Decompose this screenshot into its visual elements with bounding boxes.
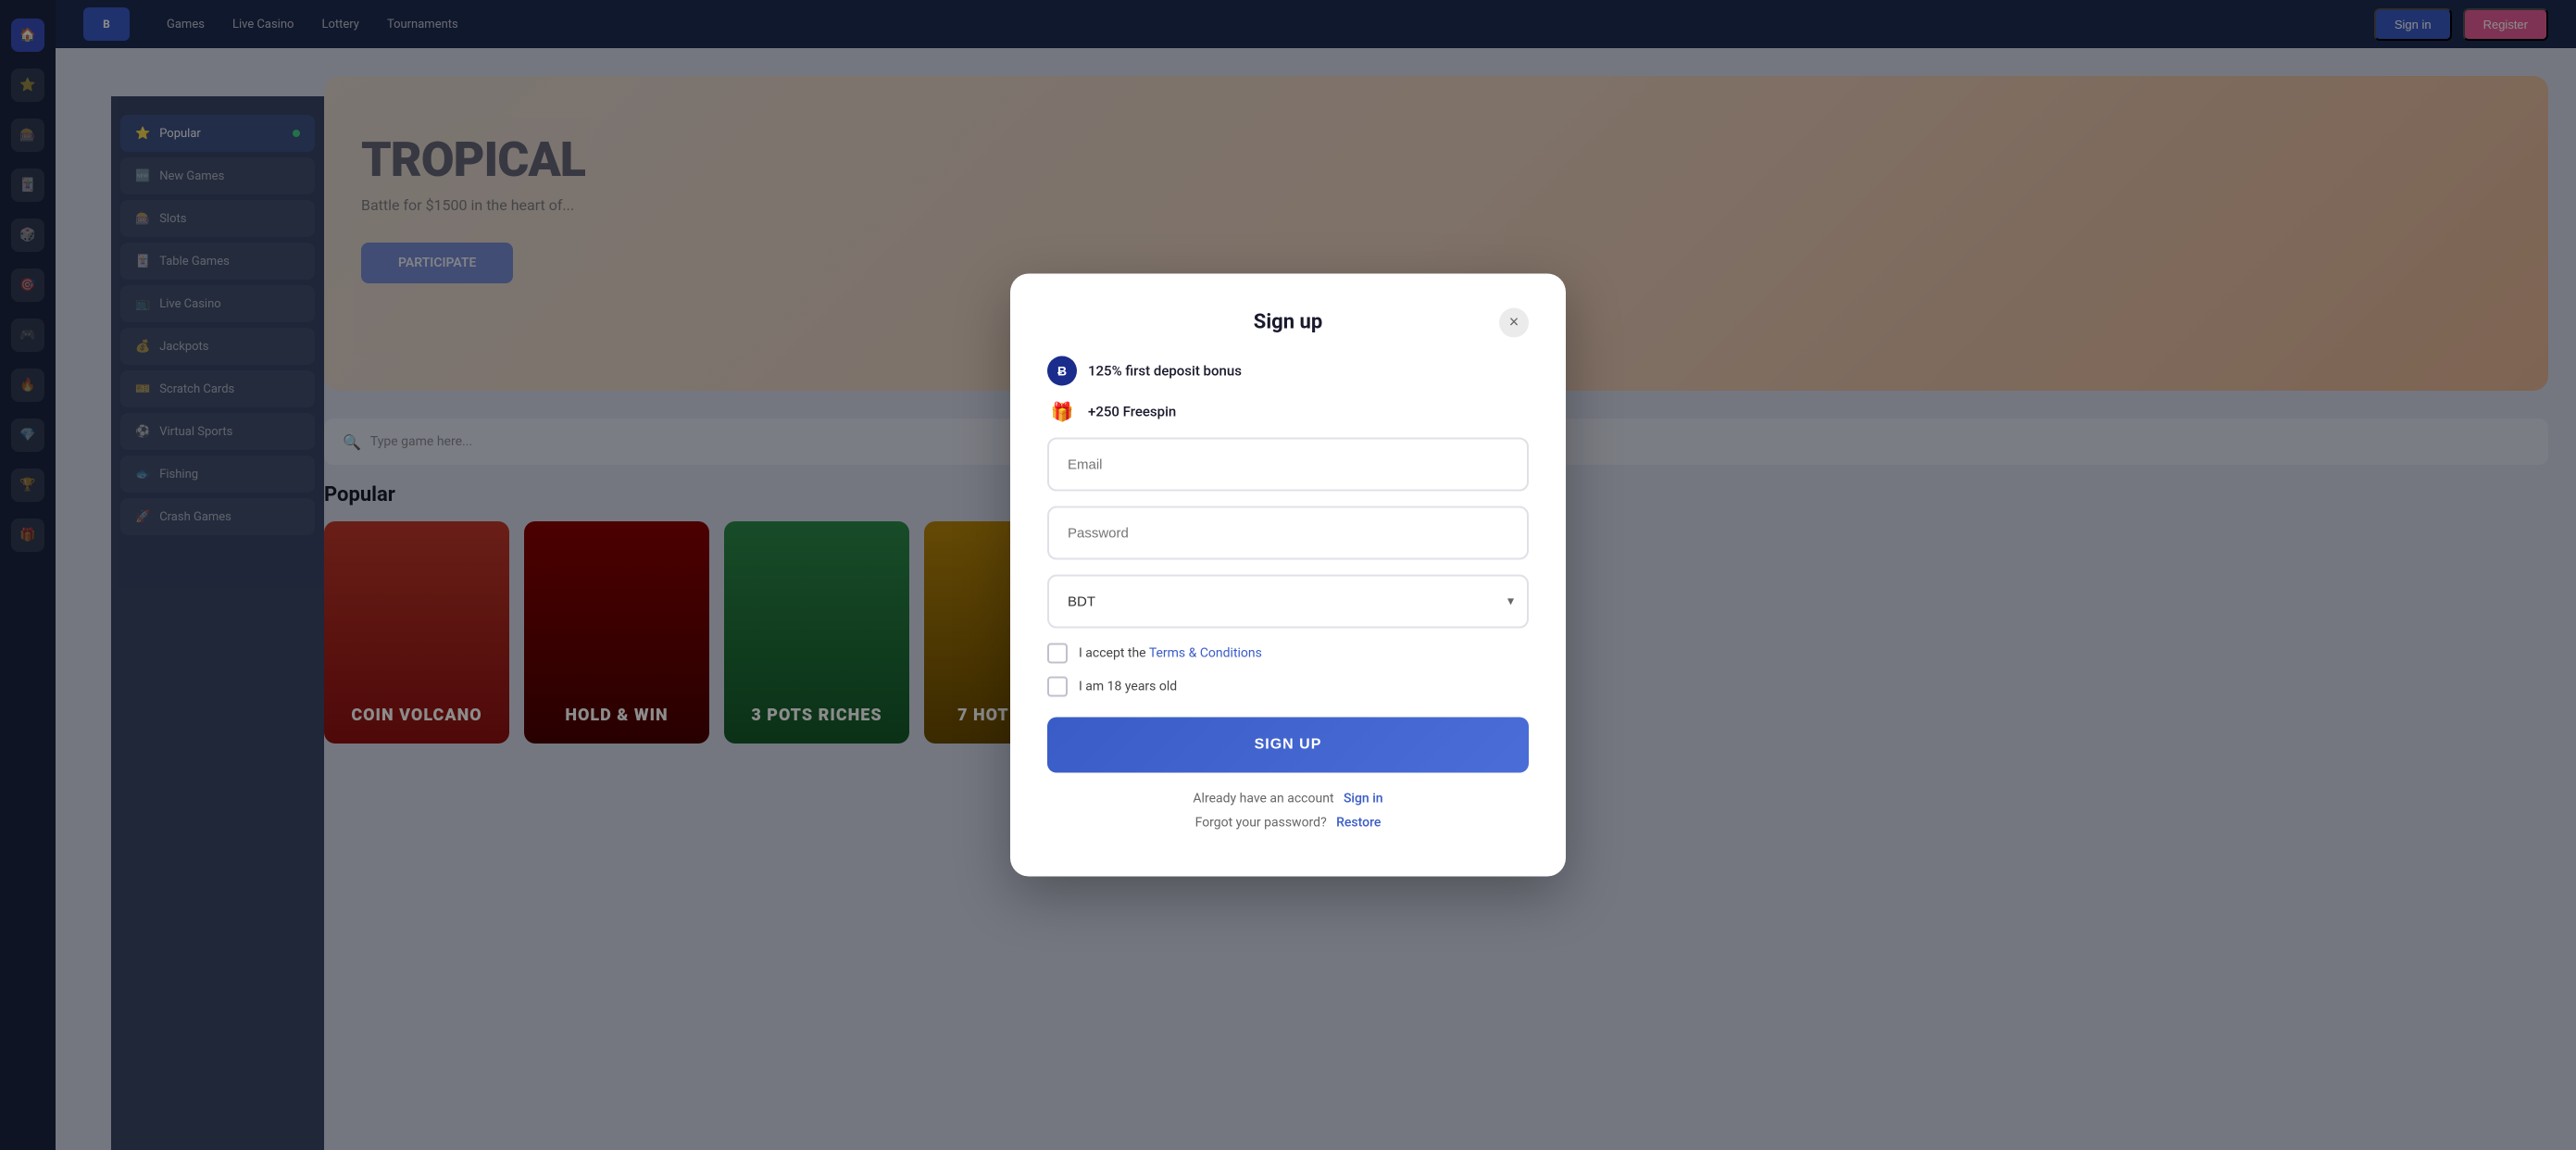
- signin-footer-line: Already have an account Sign in: [1047, 792, 1529, 806]
- restore-link[interactable]: Restore: [1336, 816, 1381, 831]
- age-label: I am 18 years old: [1079, 680, 1177, 694]
- email-group: [1047, 438, 1529, 492]
- gift-icon: 🎁: [1047, 397, 1077, 427]
- modal-footer: Already have an account Sign in Forgot y…: [1047, 792, 1529, 831]
- password-group: [1047, 506, 1529, 560]
- password-input[interactable]: [1047, 506, 1529, 560]
- bonus-deposit-text: 125% first deposit bonus: [1088, 363, 1242, 380]
- modal-title: Sign up: [1254, 311, 1322, 334]
- signup-button[interactable]: SIGN UP: [1047, 718, 1529, 773]
- terms-checkbox-row: I accept the Terms & Conditions: [1047, 644, 1529, 664]
- bonus-row-1: Ƀ 125% first deposit bonus: [1047, 356, 1529, 386]
- currency-select[interactable]: BDT USD EUR GBP: [1047, 575, 1529, 629]
- forgot-footer-line: Forgot your password? Restore: [1047, 816, 1529, 831]
- currency-group: BDT USD EUR GBP ▾: [1047, 575, 1529, 629]
- age-checkbox-row: I am 18 years old: [1047, 677, 1529, 697]
- signin-link[interactable]: Sign in: [1344, 792, 1383, 806]
- email-input[interactable]: [1047, 438, 1529, 492]
- bonus-crypto-icon: Ƀ: [1047, 356, 1077, 386]
- age-checkbox[interactable]: [1047, 677, 1068, 697]
- terms-label: I accept the Terms & Conditions: [1079, 646, 1262, 661]
- bonus-row-2: 🎁 +250 Freespin: [1047, 397, 1529, 427]
- signup-modal: Sign up × Ƀ 125% first deposit bonus 🎁 +…: [1010, 274, 1566, 877]
- modal-close-button[interactable]: ×: [1499, 307, 1529, 337]
- modal-header: Sign up ×: [1047, 311, 1529, 334]
- terms-link[interactable]: Terms & Conditions: [1149, 646, 1262, 661]
- have-account-text: Already have an account: [1193, 792, 1333, 806]
- forgot-text: Forgot your password?: [1195, 816, 1327, 831]
- terms-checkbox[interactable]: [1047, 644, 1068, 664]
- bonus-freespin-text: +250 Freespin: [1088, 404, 1176, 420]
